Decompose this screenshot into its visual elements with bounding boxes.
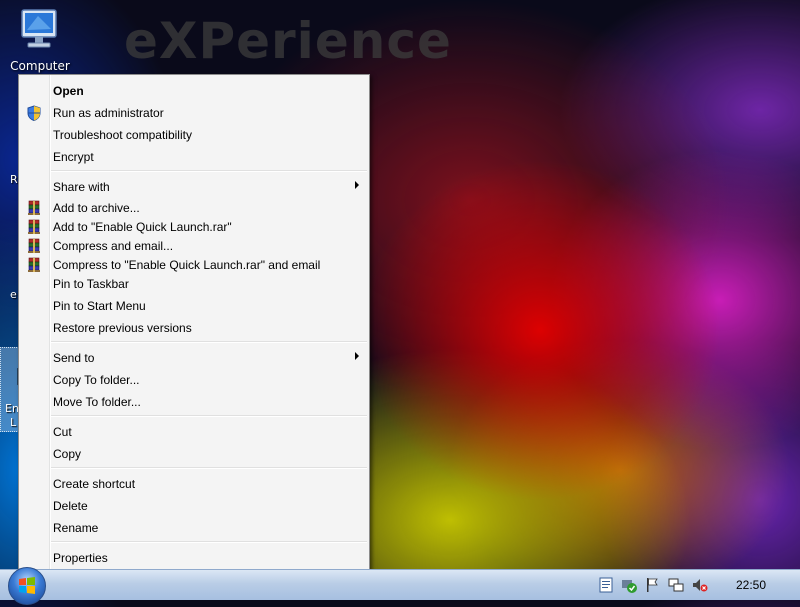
menu-item-label: Encrypt — [53, 150, 94, 164]
menu-separator — [51, 467, 367, 469]
menu-item-label: Copy To folder... — [53, 373, 140, 387]
menu-item-troubleshoot-compatibility[interactable]: Troubleshoot compatibility — [21, 125, 367, 144]
submenu-arrow-icon — [355, 181, 359, 189]
menu-item-label: Open — [53, 84, 84, 98]
menu-item-compress-to-enable-quick-launch-rar-and-email[interactable]: Compress to "Enable Quick Launch.rar" an… — [21, 255, 367, 274]
menu-item-label: Compress to "Enable Quick Launch.rar" an… — [53, 258, 321, 272]
menu-item-label: Compress and email... — [53, 239, 174, 253]
desktop-icon-partial-label: L — [10, 416, 17, 429]
menu-item-label: Troubleshoot compatibility — [53, 128, 192, 142]
menu-item-share-with[interactable]: Share with — [21, 177, 367, 196]
menu-item-compress-and-email[interactable]: Compress and email... — [21, 236, 367, 255]
menu-item-label: Pin to Taskbar — [53, 277, 129, 291]
menu-item-label: Add to "Enable Quick Launch.rar" — [53, 220, 232, 234]
winrar-icon — [26, 200, 42, 216]
menu-item-label: Run as administrator — [53, 106, 164, 120]
taskbar: 22:50 — [0, 567, 800, 605]
winrar-icon — [26, 219, 42, 235]
winrar-icon — [26, 238, 42, 254]
menu-item-restore-previous-versions[interactable]: Restore previous versions — [21, 318, 367, 337]
menu-item-create-shortcut[interactable]: Create shortcut — [21, 474, 367, 493]
menu-item-copy-to-folder[interactable]: Copy To folder... — [21, 370, 367, 389]
menu-item-encrypt[interactable]: Encrypt — [21, 147, 367, 166]
menu-item-label: Create shortcut — [53, 477, 136, 491]
desktop-icon-partial-label: e — [10, 288, 17, 301]
desktop-icon-computer[interactable]: Computer — [4, 8, 76, 73]
menu-item-send-to[interactable]: Send to — [21, 348, 367, 367]
action-center-flag-icon[interactable] — [644, 577, 660, 593]
menu-item-move-to-folder[interactable]: Move To folder... — [21, 392, 367, 411]
menu-item-label: Properties — [53, 551, 108, 565]
menu-item-label: Rename — [53, 521, 99, 535]
menu-item-label: Add to archive... — [53, 201, 140, 215]
menu-item-label: Copy — [53, 447, 82, 461]
taskbar-clock[interactable]: 22:50 — [736, 578, 766, 592]
menu-item-label: Pin to Start Menu — [53, 299, 146, 313]
desktop-icon-partial-label: En — [5, 402, 19, 415]
menu-separator — [51, 541, 367, 543]
menu-separator — [51, 170, 367, 172]
menu-item-add-to-enable-quick-launch-rar[interactable]: Add to "Enable Quick Launch.rar" — [21, 217, 367, 236]
windows-flag-icon — [19, 577, 35, 594]
menu-item-label: Share with — [53, 180, 110, 194]
notepad-icon[interactable] — [598, 577, 614, 593]
menu-item-pin-to-start-menu[interactable]: Pin to Start Menu — [21, 296, 367, 315]
uac-shield-icon — [26, 105, 42, 122]
menu-item-pin-to-taskbar[interactable]: Pin to Taskbar — [21, 274, 367, 293]
menu-item-rename[interactable]: Rename — [21, 518, 367, 537]
system-tray: 22:50 — [590, 570, 800, 600]
menu-item-label: Cut — [53, 425, 72, 439]
network-icon[interactable] — [668, 577, 684, 593]
menu-item-cut[interactable]: Cut — [21, 422, 367, 441]
wallpaper-watermark: eXPerience — [124, 12, 452, 70]
menu-separator — [51, 341, 367, 343]
computer-icon — [21, 9, 57, 48]
menu-item-properties[interactable]: Properties — [21, 548, 367, 567]
menu-item-open[interactable]: Open — [21, 81, 367, 100]
menu-item-copy[interactable]: Copy — [21, 444, 367, 463]
winrar-icon — [26, 257, 42, 273]
submenu-arrow-icon — [355, 352, 359, 360]
desktop-icon-enable-quick-launch-selected[interactable]: En L — [0, 347, 19, 432]
menu-item-delete[interactable]: Delete — [21, 496, 367, 515]
menu-item-label: Delete — [53, 499, 88, 513]
security-center-icon[interactable] — [621, 577, 637, 593]
menu-item-label: Restore previous versions — [53, 321, 192, 335]
menu-item-label: Send to — [53, 351, 95, 365]
menu-item-label: Move To folder... — [53, 395, 141, 409]
volume-muted-icon[interactable] — [692, 577, 708, 593]
context-menu: Open Run as administrator Troubleshoot com… — [18, 74, 370, 571]
desktop-icon-partial-label: R — [10, 173, 18, 186]
menu-item-run-as-administrator[interactable]: Run as administrator — [21, 103, 367, 122]
menu-item-add-to-archive[interactable]: Add to archive... — [21, 198, 367, 217]
windows-start-orb-icon[interactable] — [8, 567, 46, 605]
menu-separator — [51, 415, 367, 417]
desktop-icon-computer-label: Computer — [10, 59, 70, 73]
